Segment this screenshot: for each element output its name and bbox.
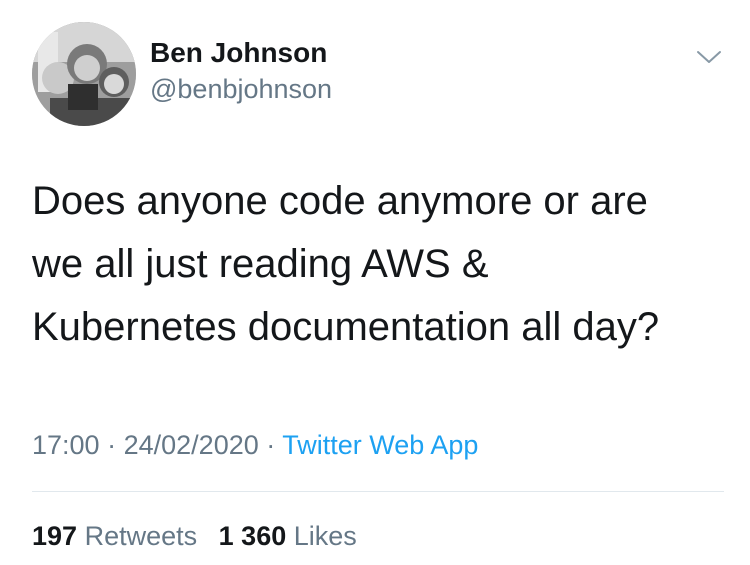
tweet-header: Ben Johnson @benbjohnson xyxy=(32,22,726,126)
meta-separator: · xyxy=(266,430,276,460)
meta-separator: · xyxy=(107,430,117,460)
tweet-card: Ben Johnson @benbjohnson Does anyone cod… xyxy=(0,0,750,565)
tweet-date[interactable]: 24/02/2020 xyxy=(124,430,259,460)
likes-stat[interactable]: 1 360 Likes xyxy=(219,521,357,551)
tweet-text-line: Kubernetes documentation all day? xyxy=(32,305,660,349)
display-name[interactable]: Ben Johnson xyxy=(150,36,332,70)
avatar-photo-icon xyxy=(32,22,136,126)
tweet-text-line: we all just reading AWS & xyxy=(32,242,489,286)
chevron-down-icon xyxy=(697,51,721,63)
user-info: Ben Johnson @benbjohnson xyxy=(150,36,332,106)
tweet-time[interactable]: 17:00 xyxy=(32,430,100,460)
retweets-stat[interactable]: 197 Retweets xyxy=(32,521,197,551)
retweets-label: Retweets xyxy=(84,521,198,551)
likes-label: Likes xyxy=(293,521,357,551)
retweets-count: 197 xyxy=(32,521,78,551)
avatar[interactable] xyxy=(32,22,136,126)
tweet-text-line: Does anyone code anymore or are xyxy=(32,179,648,223)
divider xyxy=(32,491,724,492)
tweet-stats: 197 Retweets 1 360 Likes xyxy=(32,518,371,554)
tweet-text: Does anyone code anymore or are we all ju… xyxy=(32,170,722,359)
tweet-menu-button[interactable] xyxy=(692,40,726,74)
likes-count: 1 360 xyxy=(218,521,287,551)
user-handle[interactable]: @benbjohnson xyxy=(150,72,332,106)
tweet-metadata: 17:00 · 24/02/2020 · Twitter Web App xyxy=(32,427,478,463)
tweet-source-link[interactable]: Twitter Web App xyxy=(282,430,478,460)
